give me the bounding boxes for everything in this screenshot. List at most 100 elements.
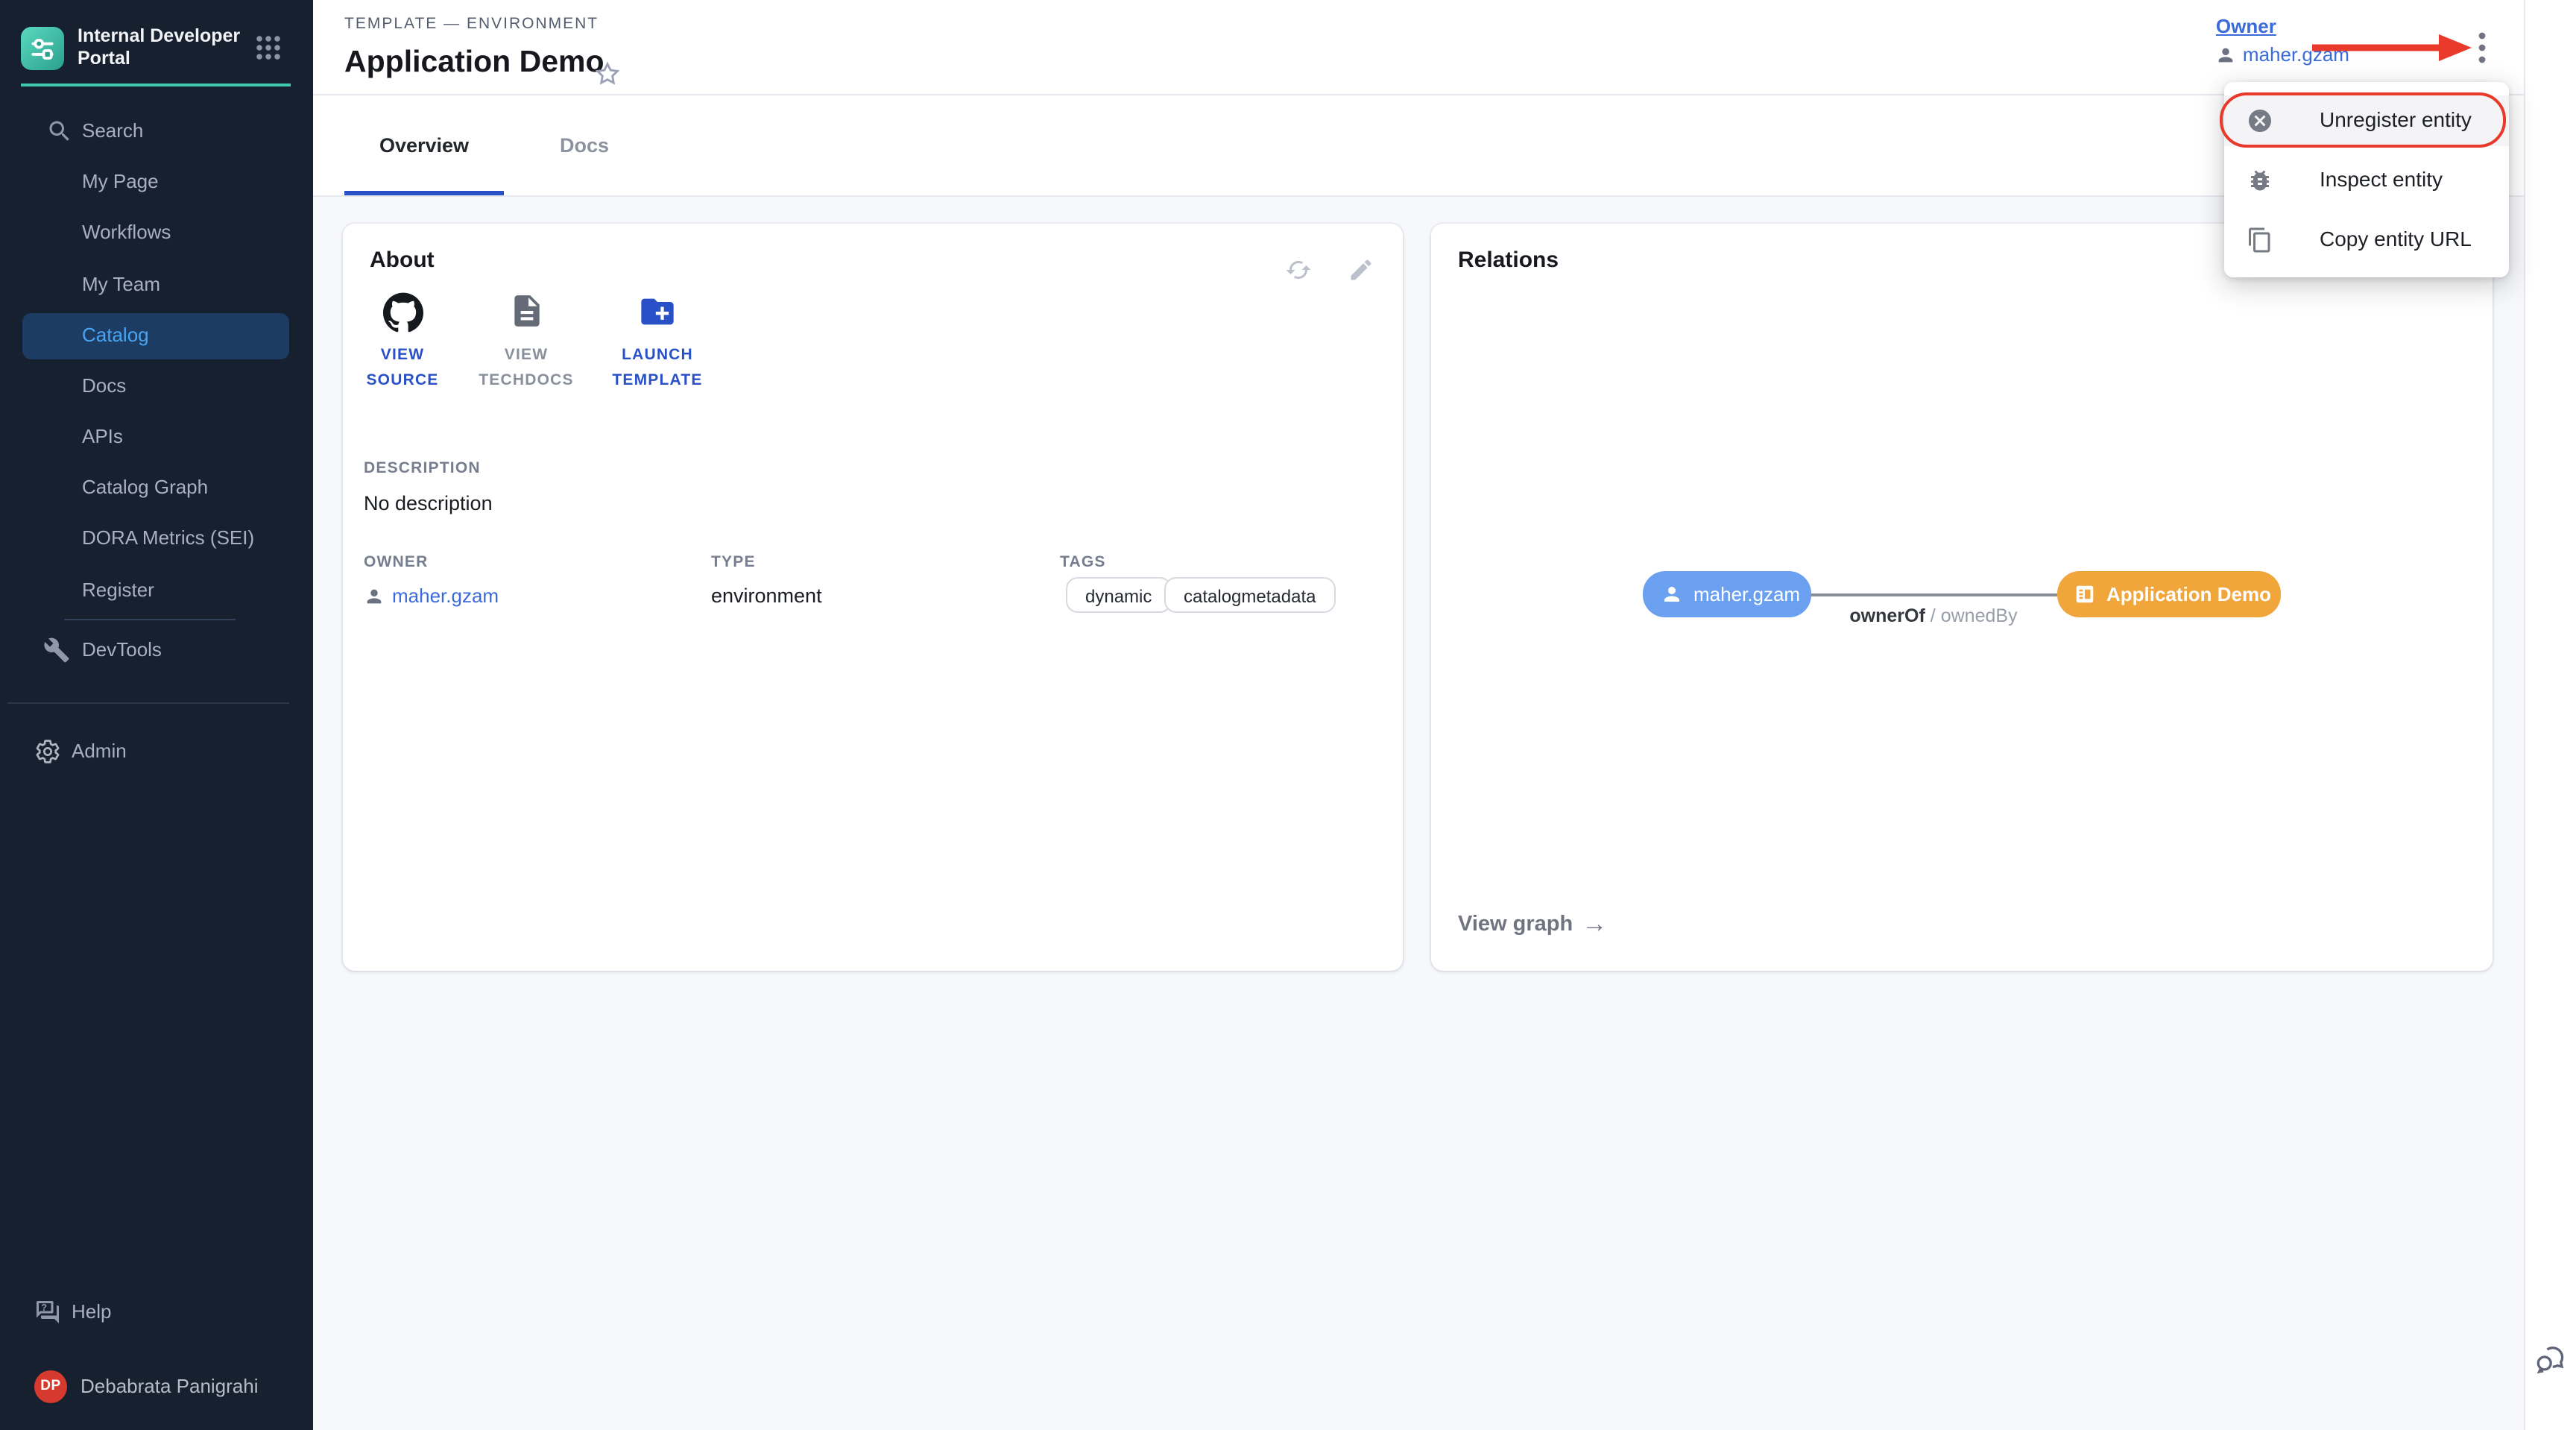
sidebar-item-label: Register (82, 565, 154, 616)
feedback-chat-icon[interactable] (2534, 1342, 2567, 1375)
person-icon (2216, 44, 2237, 65)
gear-icon (34, 738, 61, 765)
menu-item-label: Copy entity URL (2320, 227, 2472, 251)
description-label: DESCRIPTION (364, 459, 481, 477)
tab-docs[interactable]: Docs (519, 95, 650, 195)
arrow-right-icon: → (1582, 910, 1607, 939)
avatar: DP (34, 1370, 67, 1403)
annotation-arrow (2308, 30, 2475, 66)
edit-pencil-icon[interactable] (1348, 256, 1374, 283)
sidebar-item-register[interactable]: Register (0, 565, 313, 616)
view-graph-label: View graph (1458, 913, 1573, 936)
app-root: Internal Developer Portal Search My Page… (0, 0, 2576, 1430)
sidebar-item-catalog[interactable]: Catalog (0, 310, 313, 361)
sidebar-item-label: Workflows (82, 207, 171, 258)
sidebar-divider (64, 619, 236, 620)
sidebar-item-my-team[interactable]: My Team (0, 259, 313, 310)
wrench-icon (43, 637, 70, 664)
tab-overview[interactable]: Overview (344, 95, 504, 195)
page-header: TEMPLATE — ENVIRONMENT Application Demo (313, 0, 2524, 95)
annotation-highlight-box (2220, 92, 2506, 148)
action-label: LAUNCH (596, 343, 719, 368)
document-icon (465, 292, 587, 337)
relations-card-title: Relations (1458, 248, 1559, 273)
action-label: VIEW (465, 343, 587, 368)
sidebar-item-label: DORA Metrics (SEI) (82, 513, 254, 564)
edge-label-primary: ownerOf (1849, 605, 1925, 626)
sidebar-item-admin[interactable]: Admin (0, 726, 313, 777)
github-icon (343, 292, 462, 337)
about-card: About VIEW SOURCE VIEW TECHDOCS (343, 224, 1403, 971)
person-icon (1661, 583, 1683, 605)
app-logo-icon (21, 26, 64, 69)
sidebar-item-search[interactable]: Search (0, 106, 313, 157)
sidebar-item-label: Docs (82, 361, 126, 412)
action-label: SOURCE (343, 368, 462, 394)
graph-node-label: Application Demo (2106, 583, 2271, 605)
sidebar-item-dora-metrics[interactable]: DORA Metrics (SEI) (0, 513, 313, 564)
relations-card: Relations ownerOf / ownedBy maher.gzam A… (1431, 224, 2493, 971)
menu-item-inspect-entity[interactable]: Inspect entity (2224, 155, 2509, 206)
sidebar-item-label: Catalog Graph (82, 462, 208, 513)
tag-chip[interactable]: dynamic (1066, 577, 1171, 613)
active-tab-indicator (344, 191, 504, 195)
favorite-star-icon[interactable] (593, 60, 622, 88)
sidebar-item-catalog-graph[interactable]: Catalog Graph (0, 462, 313, 513)
sidebar-item-label: Catalog (82, 310, 149, 361)
person-icon (364, 585, 385, 606)
help-chat-icon: ? (34, 1299, 61, 1326)
sidebar-item-label: Help (72, 1287, 112, 1338)
description-value: No description (364, 492, 493, 514)
sidebar-item-label: My Page (82, 157, 159, 207)
apps-grid-icon[interactable] (253, 33, 283, 63)
svg-text:?: ? (41, 1302, 47, 1313)
action-label: TEMPLATE (596, 368, 719, 394)
graph-node-label: maher.gzam (1693, 583, 1800, 605)
template-icon (2074, 583, 2096, 605)
edge-label-separator: / (1931, 605, 1936, 626)
launch-template-button[interactable]: LAUNCH TEMPLATE (596, 292, 719, 394)
create-folder-icon (596, 292, 719, 337)
copy-icon (2247, 227, 2273, 253)
type-field-value: environment (711, 585, 822, 607)
search-icon (46, 118, 73, 145)
graph-node-user[interactable]: maher.gzam (1643, 571, 1811, 617)
relation-edge-label: ownerOf / ownedBy (1784, 605, 2083, 626)
sidebar-item-workflows[interactable]: Workflows (0, 207, 313, 258)
refresh-icon[interactable] (1285, 256, 1312, 283)
owner-field-label: OWNER (364, 553, 429, 571)
menu-item-label: Inspect entity (2320, 167, 2443, 191)
menu-item-copy-entity-url[interactable]: Copy entity URL (2224, 215, 2509, 265)
about-card-title: About (370, 248, 435, 273)
breadcrumb: TEMPLATE — ENVIRONMENT (344, 15, 599, 33)
sidebar-item-label: My Team (82, 259, 160, 310)
sidebar-item-label: DevTools (82, 625, 162, 675)
graph-node-entity[interactable]: Application Demo (2057, 571, 2281, 617)
sidebar-item-devtools[interactable]: DevTools (0, 625, 313, 675)
logo-row: Internal Developer Portal (21, 24, 292, 72)
sidebar-divider (7, 702, 289, 704)
sidebar-item-help[interactable]: ? Help (0, 1287, 313, 1338)
type-field-label: TYPE (711, 553, 756, 571)
sidebar-item-apis[interactable]: APIs (0, 412, 313, 462)
sidebar-item-label: Admin (72, 726, 127, 777)
sidebar-accent-divider (21, 84, 291, 86)
tags-field-label: TAGS (1060, 553, 1106, 571)
view-graph-link[interactable]: View graph → (1458, 910, 1607, 939)
view-techdocs-button[interactable]: VIEW TECHDOCS (465, 292, 587, 394)
view-source-button[interactable]: VIEW SOURCE (343, 292, 462, 394)
owner-field-username: maher.gzam (392, 585, 499, 607)
action-label: VIEW (343, 343, 462, 368)
sidebar-user[interactable]: DP Debabrata Panigrahi (0, 1360, 313, 1414)
tag-chip[interactable]: catalogmetadata (1164, 577, 1335, 613)
app-title: Internal Developer Portal (78, 25, 242, 71)
sidebar-item-label: Search (82, 106, 143, 157)
owner-field-value[interactable]: maher.gzam (364, 585, 499, 607)
user-name: Debabrata Panigrahi (80, 1360, 259, 1414)
sidebar-item-my-page[interactable]: My Page (0, 157, 313, 207)
relation-edge (1811, 593, 2057, 596)
sidebar: Internal Developer Portal Search My Page… (0, 0, 313, 1430)
action-label: TECHDOCS (465, 368, 587, 394)
sidebar-item-docs[interactable]: Docs (0, 361, 313, 412)
sidebar-item-label: APIs (82, 412, 123, 462)
